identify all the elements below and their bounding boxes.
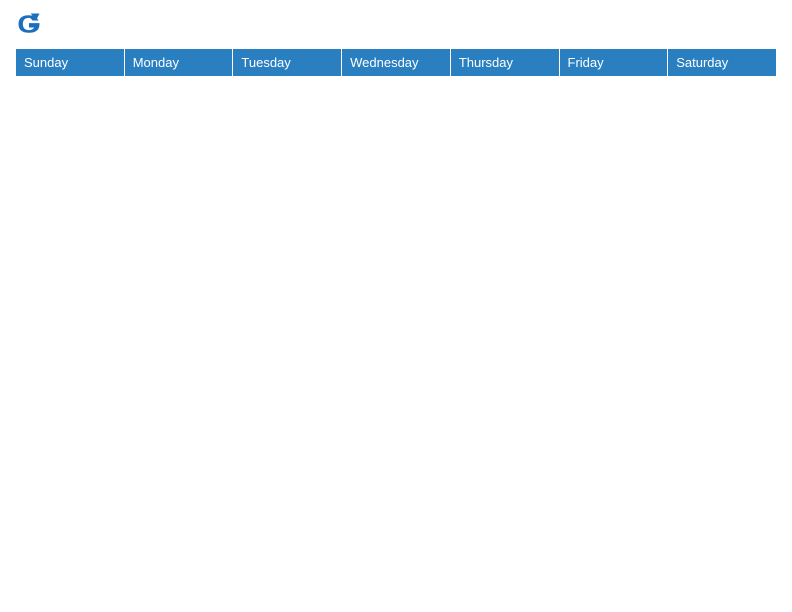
weekday-header: Tuesday	[233, 49, 342, 77]
header	[15, 10, 777, 38]
calendar-table: SundayMondayTuesdayWednesdayThursdayFrid…	[15, 48, 777, 77]
weekday-header: Sunday	[16, 49, 125, 77]
calendar-header: SundayMondayTuesdayWednesdayThursdayFrid…	[16, 49, 777, 77]
weekday-header: Saturday	[668, 49, 777, 77]
weekday-row: SundayMondayTuesdayWednesdayThursdayFrid…	[16, 49, 777, 77]
weekday-header: Friday	[559, 49, 668, 77]
weekday-header: Thursday	[450, 49, 559, 77]
weekday-header: Wednesday	[342, 49, 451, 77]
logo	[15, 10, 47, 38]
weekday-header: Monday	[124, 49, 233, 77]
page-container: SundayMondayTuesdayWednesdayThursdayFrid…	[0, 0, 792, 87]
logo-icon	[15, 10, 43, 38]
